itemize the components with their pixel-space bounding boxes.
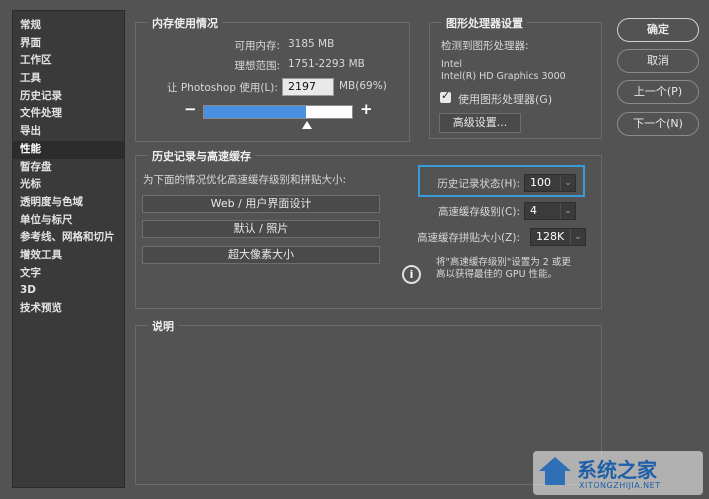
chevron-down-icon: ⌄: [560, 203, 575, 219]
info-glyph: i: [409, 268, 414, 281]
sidebar-item[interactable]: 文件处理: [13, 105, 124, 123]
increase-memory-button[interactable]: +: [360, 100, 373, 118]
memory-amount-input[interactable]: 2197: [282, 78, 334, 96]
sidebar-item[interactable]: 技术预览: [13, 300, 124, 318]
memory-slider-thumb[interactable]: [301, 121, 312, 129]
memory-percent-label: MB(69%): [339, 80, 387, 92]
memory-slider-track[interactable]: [203, 105, 353, 119]
use-gpu-label[interactable]: 使用图形处理器(G): [458, 91, 552, 107]
sidebar-item[interactable]: 导出: [13, 123, 124, 141]
optimize-cache-label: 为下面的情况优化高速缓存级别和拼贴大小:: [143, 174, 347, 186]
site-watermark: 系统之家 XITONGZHIJIA.NET: [533, 451, 703, 495]
category-sidebar: 常规 界面 工作区 工具 历史记录 文件处理 导出 性能 暂存盘 光标 透明度与色域 单位与标尺 参考线…: [12, 10, 125, 488]
gpu-settings-title: 图形处理器设置: [442, 15, 527, 31]
sidebar-item[interactable]: 界面: [13, 35, 124, 53]
sidebar-item[interactable]: 增效工具: [13, 247, 124, 265]
sidebar-item[interactable]: 历史记录: [13, 88, 124, 106]
photoshop-use-label: 让 Photoshop 使用(L):: [167, 82, 278, 94]
advanced-settings-button[interactable]: 高级设置...: [439, 113, 521, 133]
use-gpu-checkbox[interactable]: ✓: [440, 89, 451, 103]
history-states-label: 历史记录状态(H):: [437, 178, 520, 190]
gpu-tip-line2: 高以获得最佳的 GPU 性能。: [436, 269, 558, 280]
memory-slider-fill: [204, 106, 307, 118]
history-states-value: 100: [530, 176, 551, 189]
sidebar-item[interactable]: 光标: [13, 176, 124, 194]
house-logo-body-icon: [545, 471, 565, 485]
history-states-dropdown[interactable]: 100 ⌄: [524, 174, 576, 192]
info-icon: i: [402, 265, 421, 284]
sidebar-item[interactable]: 单位与标尺: [13, 212, 124, 230]
sidebar-item[interactable]: 暂存盘: [13, 159, 124, 177]
tile-size-value: 128K: [536, 230, 565, 243]
available-memory-label: 可用内存:: [234, 40, 280, 52]
preset-large-pixel-button[interactable]: 超大像素大小: [142, 246, 380, 264]
ideal-range-label: 理想范围:: [234, 60, 280, 72]
chevron-down-icon: ⌄: [570, 229, 585, 245]
tile-size-label: 高速缓存拼贴大小(Z):: [417, 232, 520, 244]
ideal-range-value: 1751-2293 MB: [288, 58, 365, 70]
checkmark-icon: ✓: [441, 89, 451, 102]
cache-levels-dropdown[interactable]: 4 ⌄: [524, 202, 576, 220]
preset-web-ui-button[interactable]: Web / 用户界面设计: [142, 195, 380, 213]
sidebar-item[interactable]: 透明度与色域: [13, 194, 124, 212]
tile-size-dropdown[interactable]: 128K ⌄: [530, 228, 586, 246]
decrease-memory-button[interactable]: −: [184, 100, 197, 118]
gpu-vendor: Intel: [441, 59, 463, 70]
sidebar-item[interactable]: 文字: [13, 265, 124, 283]
preset-default-photo-button[interactable]: 默认 / 照片: [142, 220, 380, 238]
watermark-url: XITONGZHIJIA.NET: [579, 481, 661, 490]
house-logo-icon: [539, 457, 571, 471]
sidebar-item[interactable]: 常规: [13, 17, 124, 35]
memory-usage-title: 内存使用情况: [148, 15, 222, 31]
ok-button[interactable]: 确定: [617, 18, 699, 42]
description-panel: 说明: [135, 318, 602, 485]
sidebar-item[interactable]: 工作区: [13, 52, 124, 70]
sidebar-item[interactable]: 性能: [13, 140, 124, 159]
available-memory-value: 3185 MB: [288, 38, 335, 50]
next-button[interactable]: 下一个(N): [617, 112, 699, 136]
sidebar-item[interactable]: 工具: [13, 70, 124, 88]
sidebar-item[interactable]: 参考线、网格和切片: [13, 229, 124, 247]
history-cache-title: 历史记录与高速缓存: [148, 148, 255, 164]
cancel-button[interactable]: 取消: [617, 49, 699, 73]
sidebar-item[interactable]: 3D: [13, 282, 124, 300]
gpu-detected-label: 检测到图形处理器:: [441, 40, 529, 52]
description-title: 说明: [148, 318, 178, 334]
cache-levels-value: 4: [530, 204, 537, 217]
chevron-down-icon: ⌄: [560, 175, 575, 191]
watermark-name: 系统之家: [577, 458, 657, 482]
previous-button[interactable]: 上一个(P): [617, 80, 699, 104]
cache-levels-label: 高速缓存级别(C):: [437, 206, 520, 218]
gpu-model: Intel(R) HD Graphics 3000: [441, 71, 566, 82]
